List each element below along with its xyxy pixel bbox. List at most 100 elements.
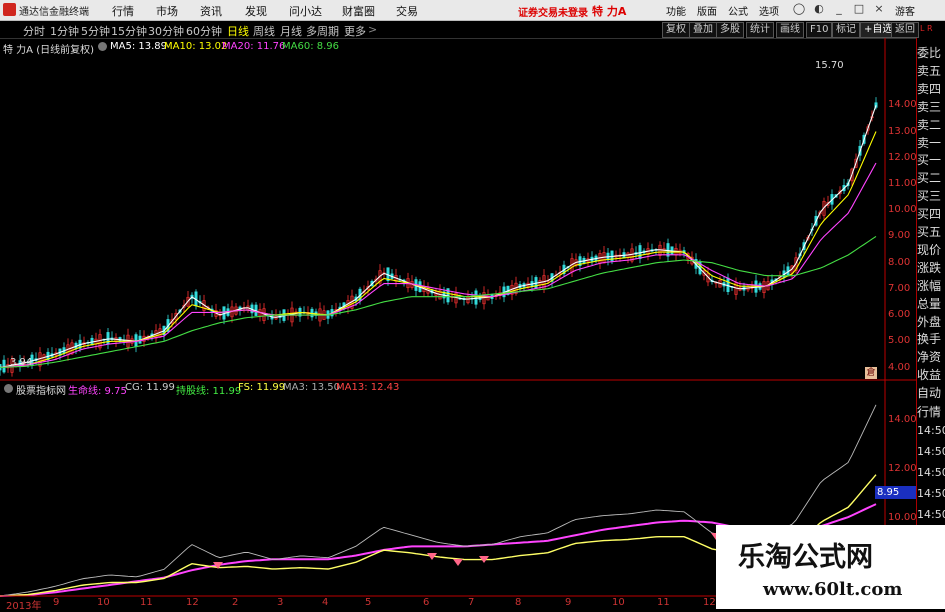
- candlestick: [434, 287, 438, 301]
- price-tick-label: 13.00: [888, 125, 917, 137]
- candlestick: [718, 276, 722, 288]
- x-tick-label: 2: [232, 597, 239, 608]
- ma3-value: MA3: 13.50: [283, 382, 341, 393]
- candlestick: [298, 306, 302, 322]
- candlestick: [158, 323, 162, 339]
- sidebar-quote-item[interactable]: 外盘: [917, 313, 945, 331]
- price-tick-label: 5.00: [888, 335, 911, 347]
- candlestick: [590, 251, 594, 266]
- position-badge[interactable]: 倉: [865, 367, 877, 379]
- sidebar-quote-item[interactable]: 总量: [917, 295, 945, 313]
- candlestick: [726, 273, 730, 295]
- ma-line-ma20: [0, 162, 877, 369]
- x-tick-label: 7: [468, 597, 475, 608]
- candlestick: [2, 355, 6, 374]
- watermark-box: 乐淘公式网 www.60lt.com: [716, 525, 945, 609]
- ma-line-ma10: [0, 131, 877, 369]
- tick-time: 14:50: [917, 487, 945, 500]
- sub-tick-label: 12.00: [888, 462, 917, 474]
- sidebar-quote-item[interactable]: 卖三: [917, 98, 945, 116]
- x-tick-label: 10: [97, 597, 110, 608]
- sidebar-quote-item[interactable]: 卖四: [917, 80, 945, 98]
- cg-value: CG: 11.99: [125, 382, 175, 393]
- ma-line-ma60: [0, 235, 877, 369]
- candlestick: [842, 178, 846, 195]
- candlestick: [114, 333, 118, 348]
- candlestick: [602, 246, 606, 264]
- tick-time: 14:50: [917, 508, 945, 521]
- candlestick: [562, 260, 566, 277]
- x-tick-label: 11: [657, 597, 670, 608]
- x-tick-label: 8: [515, 597, 522, 608]
- price-tick-label: 14.00: [888, 99, 917, 111]
- candlestick: [198, 295, 202, 307]
- price-tick-label: 10.00: [888, 204, 917, 216]
- sidebar-quote-item[interactable]: 卖五: [917, 62, 945, 80]
- sidebar-quote-item[interactable]: 买一: [917, 151, 945, 169]
- price-tick-label: 9.00: [888, 230, 911, 242]
- price-tick-label: 6.00: [888, 309, 911, 321]
- candlestick: [226, 303, 230, 318]
- sidebar-quote-item[interactable]: 现价: [917, 241, 945, 259]
- sub-tick-label: 10.00: [888, 511, 917, 523]
- x-tick-label: 4: [322, 597, 329, 608]
- candlestick: [462, 296, 466, 306]
- sidebar-corner[interactable]: L R: [920, 24, 933, 33]
- sidebar-quote-item[interactable]: 换手: [917, 330, 945, 348]
- sidebar-quote-item[interactable]: 卖一: [917, 134, 945, 152]
- x-tick-label: 5: [365, 597, 372, 608]
- candlestick: [254, 302, 258, 316]
- candlestick: [134, 332, 138, 353]
- candlestick: [826, 195, 830, 209]
- candlestick: [326, 310, 330, 325]
- sidebar-tab[interactable]: 行情: [917, 403, 945, 421]
- tick-time: 14:50: [917, 424, 945, 437]
- sidebar-quote-item[interactable]: 买四: [917, 205, 945, 223]
- tick-time: 14:50: [917, 445, 945, 458]
- candlestick: [0, 364, 2, 376]
- sidebar-quote-item[interactable]: 涨跌: [917, 259, 945, 277]
- x-tick-label: 12: [186, 597, 199, 608]
- sidebar-quote-item[interactable]: 涨幅: [917, 277, 945, 295]
- fs-value: FS: 11.99: [238, 382, 286, 393]
- candlestick: [490, 293, 494, 305]
- x-tick-label: 3: [277, 597, 284, 608]
- candlestick: [398, 275, 402, 282]
- sidebar-quote-item[interactable]: 收益: [917, 366, 945, 384]
- candlestick: [766, 275, 770, 291]
- sidebar-tab[interactable]: 自动: [917, 384, 945, 402]
- signal-diamond-icon: [453, 559, 463, 566]
- sub-tick-label: 14.00: [888, 413, 917, 425]
- ma13-value: MA13: 12.43: [336, 382, 400, 393]
- candlestick: [110, 331, 114, 342]
- candlestick: [498, 286, 502, 300]
- candlestick: [382, 267, 386, 278]
- kline-chart[interactable]: [0, 0, 916, 609]
- x-tick-label: 10: [612, 597, 625, 608]
- sidebar-quote-item[interactable]: 卖二: [917, 116, 945, 134]
- candlestick: [138, 330, 142, 344]
- candlestick: [242, 301, 246, 313]
- candlestick: [50, 347, 54, 359]
- sidebar-quote-item[interactable]: 买二: [917, 169, 945, 187]
- holding-line-value: 持股线: 11.99: [176, 386, 242, 397]
- sidebar-quote-item[interactable]: 买五: [917, 223, 945, 241]
- sidebar-quote-item[interactable]: 委比: [917, 44, 945, 62]
- candlestick: [330, 304, 334, 319]
- price-tick-label: 12.00: [888, 151, 917, 163]
- high-price-label: 15.70: [815, 60, 844, 71]
- ma-line-ma5: [0, 105, 877, 369]
- price-tick-label: 4.00: [888, 361, 911, 373]
- lifeline-value: 生命线: 9.75: [68, 386, 127, 397]
- watermark-title: 乐淘公式网: [738, 542, 873, 573]
- candlestick: [90, 335, 94, 346]
- sub-indicator-settings-icon[interactable]: [4, 384, 13, 393]
- candlestick: [186, 290, 190, 308]
- x-tick-label: 12: [703, 597, 716, 608]
- sidebar-quote-item[interactable]: 买三: [917, 187, 945, 205]
- candlestick: [534, 275, 538, 289]
- candlestick: [762, 278, 766, 299]
- sidebar-quote-item[interactable]: 净资: [917, 348, 945, 366]
- candlestick: [246, 299, 250, 313]
- candlestick: [598, 249, 602, 269]
